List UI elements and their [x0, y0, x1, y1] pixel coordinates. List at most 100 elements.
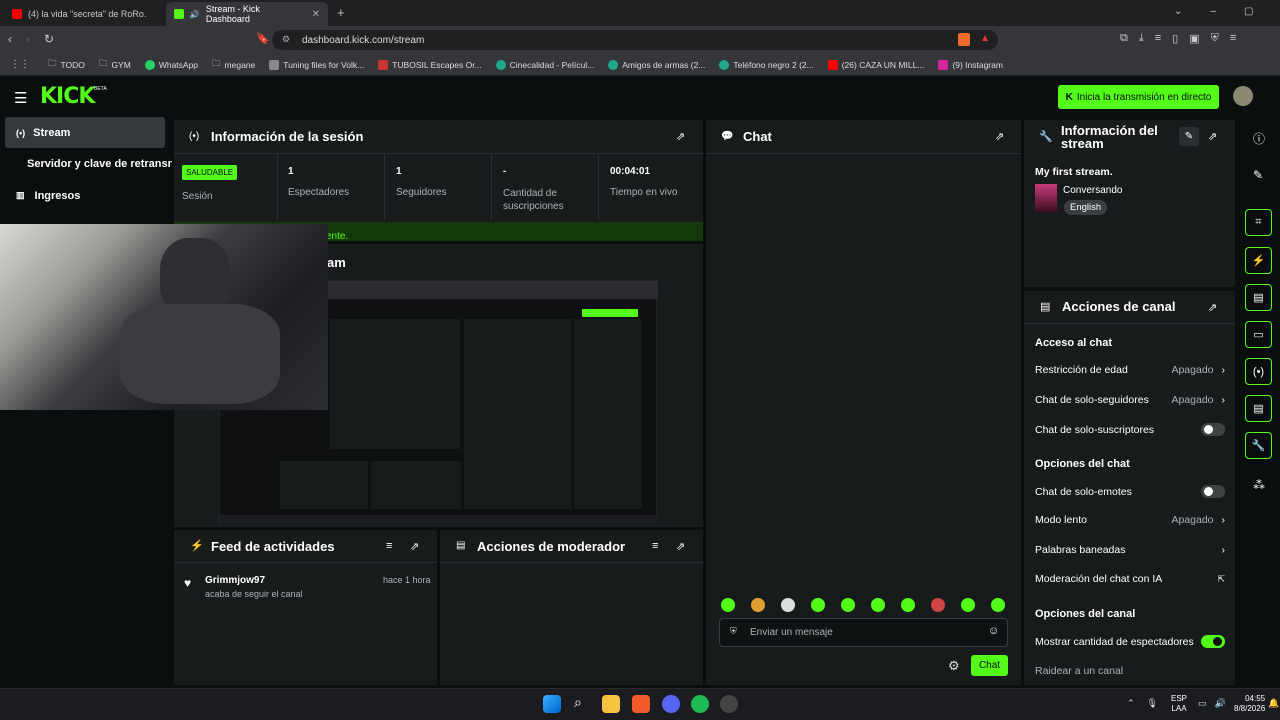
- extensions-icon[interactable]: ⧉: [1120, 32, 1128, 45]
- filter-icon[interactable]: ≡: [652, 540, 658, 552]
- go-live-button[interactable]: K Inicia la transmisión en directo: [1058, 85, 1219, 109]
- popout-icon[interactable]: ⇗: [1208, 130, 1217, 143]
- wrench-icon[interactable]: 🔧: [1245, 432, 1272, 459]
- discord-icon[interactable]: [662, 695, 680, 713]
- chevron-up-icon[interactable]: ⌃: [1127, 698, 1135, 709]
- file-explorer-icon[interactable]: [602, 695, 620, 713]
- vpn-icon[interactable]: ⛨: [1211, 32, 1219, 45]
- info-icon[interactable]: ⓘ: [1253, 130, 1265, 147]
- bookmark-icon[interactable]: 🔖: [256, 32, 270, 45]
- filter-icon[interactable]: ≡: [386, 540, 392, 552]
- followers-only-row[interactable]: Chat de solo-seguidores Apagado ›: [1035, 394, 1225, 406]
- chat-bubble-icon[interactable]: ▭: [1245, 321, 1272, 348]
- bookmark-item[interactable]: Cinecalidad - Películ...: [495, 59, 594, 70]
- edit-pencil-icon[interactable]: ✎: [1253, 168, 1263, 182]
- chat-send-button[interactable]: Chat: [971, 655, 1008, 676]
- qr-scan-icon[interactable]: ⌗: [1245, 209, 1272, 236]
- search-icon[interactable]: ⌕: [574, 694, 582, 711]
- emote-icon[interactable]: [811, 598, 825, 612]
- volume-icon[interactable]: 🔊: [1215, 698, 1226, 709]
- sidebar-item-revenue[interactable]: ▥ Ingresos: [16, 190, 80, 202]
- slow-mode-row[interactable]: Modo lento Apagado ›: [1035, 514, 1225, 526]
- browser-tab-youtube[interactable]: (4) la vida "secreta" de RoRo. - YouTu: [4, 2, 164, 26]
- microphone-icon[interactable]: 🎙: [1147, 698, 1158, 709]
- wallet-icon[interactable]: ▣: [1189, 32, 1199, 45]
- reading-list-icon[interactable]: ≡: [1155, 32, 1161, 45]
- sidebar-icon[interactable]: ▯: [1172, 32, 1178, 45]
- show-viewer-count-toggle[interactable]: [1201, 635, 1225, 648]
- avatar[interactable]: [1233, 86, 1253, 106]
- emote-icon[interactable]: [961, 598, 975, 612]
- reload-icon[interactable]: ↻: [44, 32, 54, 46]
- activity-time: hace 1 hora: [383, 575, 431, 585]
- back-icon[interactable]: ‹: [8, 32, 12, 46]
- popout-icon[interactable]: ⇗: [676, 540, 685, 553]
- popout-icon[interactable]: ⇗: [676, 130, 685, 143]
- layout-icon[interactable]: ▤: [1245, 395, 1272, 422]
- ai-moderation-row[interactable]: Moderación del chat con IA ⇱: [1035, 573, 1225, 585]
- bookmark-item[interactable]: 🗀 megane: [212, 58, 255, 72]
- clock[interactable]: 04:55 8/8/2026: [1234, 694, 1265, 714]
- download-icon[interactable]: ⤓: [1139, 32, 1144, 45]
- hamburger-menu-icon[interactable]: ☰: [14, 89, 27, 107]
- emote-icon[interactable]: [991, 598, 1005, 612]
- bookmark-item[interactable]: (9) Instagram: [938, 59, 1003, 70]
- network-icon[interactable]: ▭: [1198, 698, 1207, 709]
- sidebar-item-stream[interactable]: (•) Stream: [5, 117, 165, 148]
- emote-icon[interactable]: [931, 598, 945, 612]
- age-restriction-row[interactable]: Restricción de edad Apagado ›: [1035, 364, 1225, 376]
- close-tab-icon[interactable]: ✕: [312, 9, 320, 20]
- url-field[interactable]: ⚙ dashboard.kick.com/stream ▲: [272, 30, 998, 50]
- bookmark-item[interactable]: 🗀 GYM: [99, 58, 131, 72]
- shapes-icon[interactable]: ⁂: [1253, 478, 1265, 492]
- bookmark-item[interactable]: TUBOSIL Escapes Or...: [378, 59, 482, 70]
- brave-browser-icon[interactable]: [632, 695, 650, 713]
- tab-list-icon[interactable]: ⌄: [1174, 6, 1182, 17]
- popout-icon[interactable]: ⇗: [995, 130, 1004, 143]
- category-name: Conversando: [1063, 185, 1123, 196]
- emote-icon[interactable]: [871, 598, 885, 612]
- brave-rewards-icon[interactable]: ▲: [980, 33, 990, 44]
- banned-words-row[interactable]: Palabras baneadas ›: [1035, 544, 1225, 556]
- emote-icon[interactable]: [781, 598, 795, 612]
- broadcast-icon[interactable]: (•): [1245, 358, 1272, 385]
- emote-icon[interactable]: [751, 598, 765, 612]
- sidebar-item-stream-key[interactable]: Servidor y clave de retransn: [27, 158, 172, 170]
- obs-icon[interactable]: [720, 695, 738, 713]
- emote-icon[interactable]: [841, 598, 855, 612]
- subscribers-only-toggle[interactable]: [1201, 423, 1225, 436]
- windows-start-icon[interactable]: [543, 695, 561, 713]
- bookmark-item[interactable]: Tuning files for Volk...: [269, 59, 364, 70]
- new-tab-button[interactable]: +: [337, 5, 345, 20]
- spotify-icon[interactable]: [691, 695, 709, 713]
- maximize-icon[interactable]: ▢: [1244, 6, 1253, 17]
- bookmark-item[interactable]: WhatsApp: [144, 59, 198, 70]
- emote-icon[interactable]: [721, 598, 735, 612]
- browser-tab-kick[interactable]: 🔊 Stream - Kick Dashboard ✕: [166, 2, 328, 26]
- language-indicator[interactable]: ESP LAA: [1171, 694, 1187, 714]
- apps-icon[interactable]: ⋮⋮: [10, 59, 30, 70]
- kick-logo[interactable]: KICK: [40, 84, 95, 109]
- document-icon[interactable]: ▤: [1245, 284, 1272, 311]
- forward-icon[interactable]: ›: [26, 32, 30, 46]
- emoji-icon[interactable]: ☺: [988, 625, 999, 637]
- popout-icon[interactable]: ⇗: [410, 540, 419, 553]
- site-info-icon[interactable]: ⚙: [282, 34, 290, 45]
- minimize-icon[interactable]: –: [1210, 6, 1216, 17]
- emotes-only-toggle[interactable]: [1201, 485, 1225, 498]
- chat-input[interactable]: ⛨ Enviar un mensaje ☺: [719, 618, 1008, 647]
- edit-pencil-icon[interactable]: ✎: [1179, 127, 1199, 146]
- brave-shield-icon[interactable]: [958, 33, 970, 46]
- notification-icon[interactable]: 🔔: [1268, 698, 1279, 709]
- lightning-icon[interactable]: ⚡: [1245, 247, 1272, 274]
- bookmark-item[interactable]: (26) CAZA UN MILL...: [827, 59, 924, 70]
- raid-channel-row[interactable]: Raidear a un canal: [1035, 665, 1225, 677]
- bookmark-item[interactable]: Teléfono negro 2 (2...: [719, 59, 814, 70]
- bookmark-item[interactable]: 🗀 TODO: [48, 58, 85, 72]
- menu-icon[interactable]: ≡: [1230, 32, 1236, 45]
- settings-gear-icon[interactable]: ⚙: [948, 658, 960, 674]
- popout-icon[interactable]: ⇗: [1208, 301, 1217, 314]
- emote-icon[interactable]: [901, 598, 915, 612]
- bookmark-item[interactable]: Amigos de armas (2...: [608, 59, 705, 70]
- activity-user[interactable]: Grimmjow97: [205, 575, 265, 586]
